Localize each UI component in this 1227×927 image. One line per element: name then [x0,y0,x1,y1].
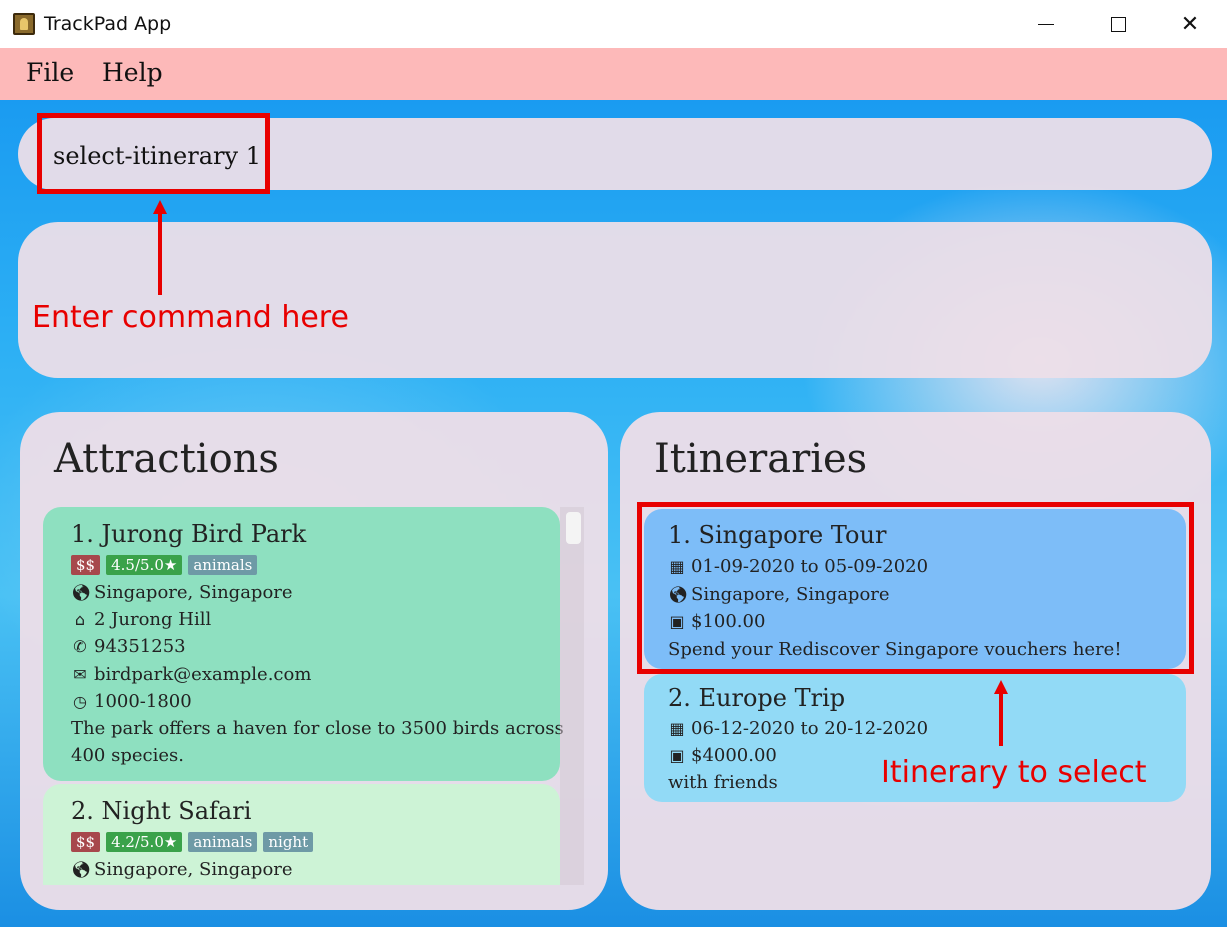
attraction-name: 1. Jurong Bird Park [71,520,307,548]
email-icon: ✉ [73,665,87,684]
attraction-description: The park offers a haven for close to 350… [71,718,564,739]
itinerary-name: 2. Europe Trip [668,684,846,712]
globe-icon: 🌎︎ [71,583,92,602]
category-tag: animals [188,832,258,852]
rating-badge: 4.2/5.0★ [106,832,183,852]
home-icon: ⌂ [74,610,86,629]
command-arrow-head [153,200,167,214]
attraction-name: 2. Night Safari [71,797,252,825]
attractions-list[interactable]: 1. Jurong Bird Park $$ 4.5/5.0★ animals 🌎︎… [43,507,586,885]
phone-icon: ✆ [73,637,87,656]
attraction-tags: $$ 4.2/5.0★ animals night [71,831,319,852]
title-bar: TrackPad App ✕ [0,0,1227,48]
maximize-button[interactable] [1082,0,1154,48]
itinerary-dates: ▦ 06-12-2020 to 20-12-2020 [669,718,929,739]
category-tag: animals [188,555,258,575]
window-title: TrackPad App [44,13,172,35]
clock-icon: ◷ [73,692,87,711]
itinerary-annotation: Itinerary to select [881,755,1147,790]
attraction-location: 🌎︎ Singapore, Singapore [71,859,293,880]
itinerary-arrow-head [994,680,1008,694]
maximize-icon [1110,16,1126,32]
category-tag: night [263,832,314,852]
price-badge: $$ [71,555,101,575]
menu-file[interactable]: File [26,58,74,87]
attraction-email: ✉ birdpark@example.com [71,664,311,685]
attraction-address: ⌂ 2 Jurong Hill [71,609,211,630]
attraction-card[interactable]: 2. Night Safari $$ 4.2/5.0★ animals night 🌎… [43,784,560,885]
minimize-icon [1038,23,1054,25]
close-button[interactable]: ✕ [1154,0,1226,48]
itinerary-description: with friends [668,772,778,793]
command-arrow-line [158,213,162,295]
globe-icon: 🌎︎ [71,860,92,879]
attractions-scrollbar[interactable] [560,507,584,885]
close-icon: ✕ [1180,11,1200,37]
price-badge: $$ [71,832,101,852]
attractions-title: Attractions [54,436,279,482]
attraction-location: 🌎︎ Singapore, Singapore [71,582,293,603]
itinerary-arrow-line [999,693,1003,746]
app-icon [13,13,35,35]
attraction-card[interactable]: 1. Jurong Bird Park $$ 4.5/5.0★ animals 🌎︎… [43,507,564,781]
attraction-phone: ✆ 94351253 [71,636,185,657]
rating-badge: 4.5/5.0★ [106,555,183,575]
itinerary-budget: ▣ $4000.00 [669,745,777,766]
command-annotation: Enter command here [32,300,349,335]
attraction-description-cont: 400 species. [71,745,184,766]
itinerary-highlight-box [637,502,1194,674]
command-highlight-box [37,113,270,194]
calendar-icon: ▦ [669,719,685,738]
money-icon: ▣ [669,746,685,765]
menu-bar: File Help [0,48,1227,100]
menu-help[interactable]: Help [102,58,163,87]
attraction-tags: $$ 4.5/5.0★ animals [71,554,263,575]
minimize-button[interactable] [1010,0,1082,48]
itineraries-title: Itineraries [654,436,868,482]
attractions-scroll-thumb[interactable] [566,512,581,544]
attraction-hours: ◷ 1000-1800 [71,691,192,712]
main-area: select-itinerary 1 Attractions 1. Jurong… [0,100,1227,927]
